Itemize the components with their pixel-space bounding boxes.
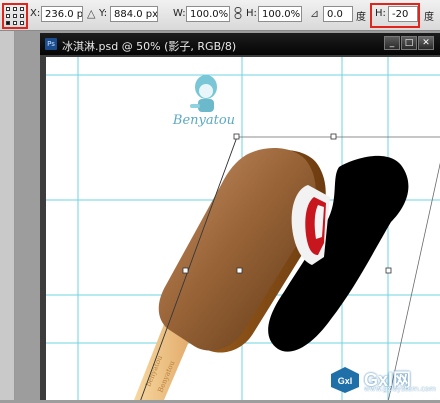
ref-point-center[interactable] <box>13 14 17 18</box>
angle-field[interactable]: 0.0 <box>323 6 353 22</box>
handle-center-point[interactable] <box>236 267 243 274</box>
skew-h-field[interactable]: -20 <box>388 6 418 22</box>
ref-point-bottom-center[interactable] <box>13 21 17 25</box>
ref-point-middle-right[interactable] <box>20 14 24 18</box>
handle-top-center[interactable] <box>330 133 337 140</box>
restore-button[interactable]: □ <box>401 36 417 50</box>
ref-point-middle-left[interactable] <box>6 14 10 18</box>
handle-middle-left[interactable] <box>182 267 189 274</box>
x-field[interactable]: 236.0 px <box>41 6 83 22</box>
w-field[interactable]: 100.0% <box>186 6 230 22</box>
mascot-logo <box>190 75 217 112</box>
photoshop-icon: Ps <box>45 38 57 50</box>
close-button[interactable]: ✕ <box>418 36 434 50</box>
ref-point-top-left[interactable] <box>6 7 10 11</box>
watermark-logo-icon: Gxl <box>331 367 359 393</box>
y-label: Y: <box>99 8 108 19</box>
angle-unit: 度 <box>356 12 366 23</box>
ref-point-bottom-left[interactable] <box>6 21 10 25</box>
link-chain-icon[interactable] <box>234 7 242 22</box>
ref-point-top-center[interactable] <box>13 7 17 11</box>
handle-middle-right[interactable] <box>385 267 392 274</box>
minimize-button[interactable]: _ <box>384 36 400 50</box>
reference-point-locator[interactable] <box>2 3 28 29</box>
w-label: W: <box>173 8 186 19</box>
h-field[interactable]: 100.0% <box>258 6 302 22</box>
svg-text:Gxl: Gxl <box>338 376 353 386</box>
skew-h-label: H: <box>375 8 386 19</box>
handle-top-left[interactable] <box>233 133 240 140</box>
watermark: Gxl Gxl网 www.gxlsystem.com <box>328 366 436 396</box>
canvas-artwork: Benyatou benyatou Benyatou <box>46 57 440 403</box>
y-field[interactable]: 884.0 px <box>110 6 158 22</box>
document-title-bar[interactable]: Ps 冰淇淋.psd @ 50% (影子, RGB/8) _ □ ✕ <box>40 33 440 55</box>
document-canvas[interactable]: Benyatou benyatou Benyatou Gxl Gxl网 www.… <box>46 57 440 403</box>
ref-point-bottom-right[interactable] <box>20 21 24 25</box>
document-window: Ps 冰淇淋.psd @ 50% (影子, RGB/8) _ □ ✕ Benya… <box>40 33 440 403</box>
skew-h-unit: 度 <box>424 12 434 23</box>
x-label: X: <box>30 8 41 19</box>
watermark-subtext: www.gxlsystem.com <box>364 385 436 393</box>
options-bar: X: 236.0 px △ Y: 884.0 px W: 100.0% H: 1… <box>0 0 440 31</box>
angle-icon: ⊿ <box>310 7 320 20</box>
ref-point-top-right[interactable] <box>20 7 24 11</box>
brand-text: Benyatou <box>172 113 235 128</box>
document-title: 冰淇淋.psd @ 50% (影子, RGB/8) <box>62 40 237 53</box>
left-panel-strip <box>0 31 15 400</box>
h-label: H: <box>246 8 257 19</box>
delta-triangle-icon[interactable]: △ <box>87 7 95 20</box>
